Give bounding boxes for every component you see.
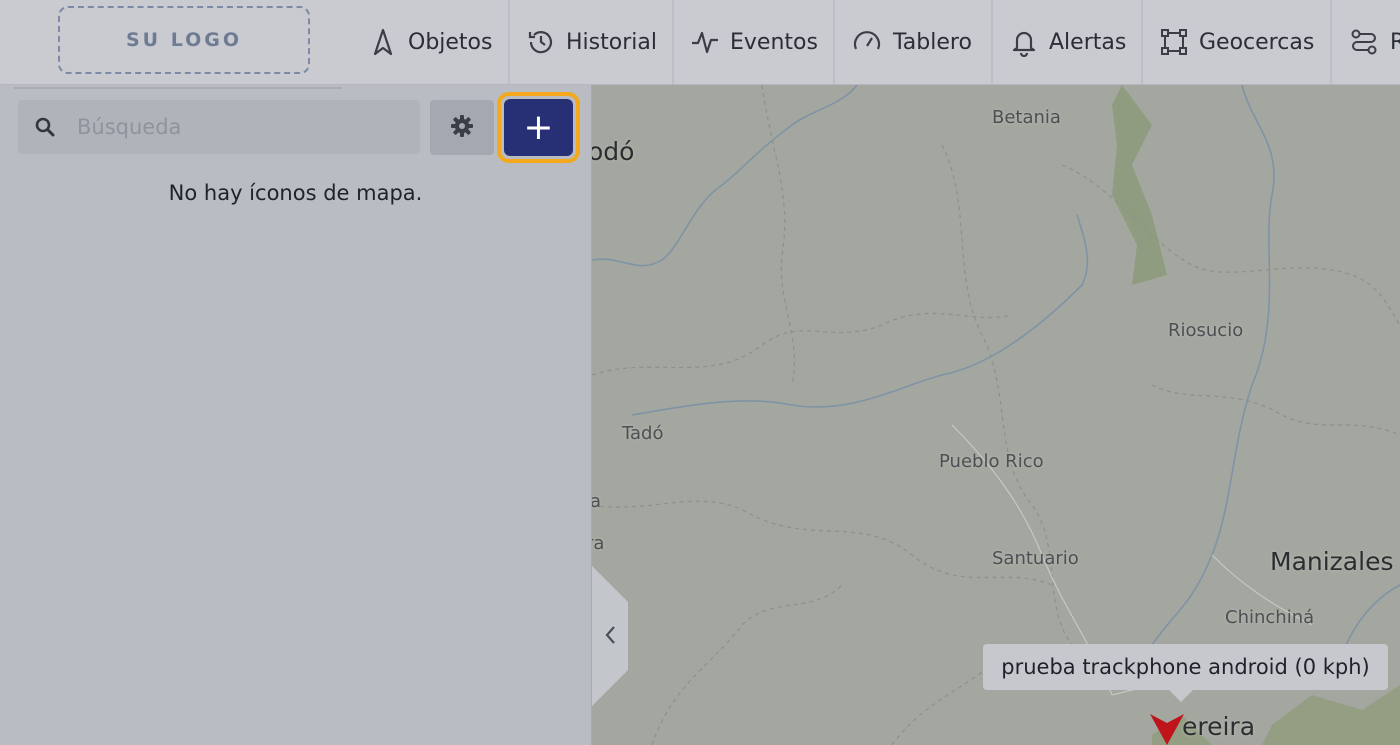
vehicle-marker-icon[interactable]	[1150, 714, 1184, 745]
map-label: Pueblo Rico	[939, 451, 1044, 472]
map-label: ra	[592, 533, 605, 554]
nav-tablero[interactable]: Tablero	[835, 0, 993, 84]
bell-icon	[1009, 26, 1039, 58]
gauge-icon	[851, 26, 883, 58]
map-label: Riosucio	[1168, 320, 1244, 341]
nav-geocercas[interactable]: Geocercas	[1143, 0, 1332, 84]
map-label: Betania	[992, 107, 1061, 128]
nav-historial-label: Historial	[566, 29, 657, 55]
navigation-arrow-icon	[368, 26, 398, 58]
pulse-icon	[690, 26, 720, 58]
divider	[14, 87, 342, 89]
plus-icon: +	[504, 99, 573, 156]
map-label: Santuario	[992, 548, 1079, 569]
nav-rutas[interactable]: R	[1332, 0, 1400, 84]
map-label: Chinchiná	[1225, 607, 1315, 628]
main-nav: Objetos Historial Eventos Tablero Alerta…	[352, 0, 1400, 84]
nav-objetos-label: Objetos	[408, 29, 493, 55]
map-label: Manizales	[1270, 547, 1394, 576]
history-icon	[526, 26, 556, 58]
geofence-icon	[1159, 26, 1189, 58]
nav-rutas-label: R	[1390, 30, 1400, 55]
map-label: Tadó	[622, 423, 664, 444]
map-label: a	[592, 491, 602, 512]
route-icon	[1348, 26, 1380, 58]
collapse-sidebar-tab[interactable]	[592, 566, 628, 706]
nav-eventos-label: Eventos	[730, 29, 818, 55]
empty-state-message: No hay íconos de mapa.	[168, 181, 423, 205]
search-icon	[35, 117, 55, 137]
settings-button[interactable]	[430, 100, 494, 155]
nav-tablero-label: Tablero	[893, 29, 972, 55]
search-box[interactable]	[18, 100, 420, 154]
add-map-icon-button[interactable]: +	[497, 92, 580, 163]
logo-placeholder[interactable]: SU LOGO	[58, 6, 310, 74]
map-label: ereira	[1182, 712, 1256, 741]
map-label: odó	[592, 137, 635, 166]
gear-icon	[450, 114, 474, 142]
nav-historial[interactable]: Historial	[510, 0, 674, 84]
nav-eventos[interactable]: Eventos	[674, 0, 835, 84]
nav-alertas[interactable]: Alertas	[993, 0, 1143, 84]
object-tooltip: prueba trackphone android (0 kph)	[983, 644, 1388, 702]
search-input[interactable]	[75, 114, 399, 140]
nav-alertas-label: Alertas	[1049, 29, 1127, 55]
nav-geocercas-label: Geocercas	[1199, 29, 1315, 55]
sidebar: No hay íconos de mapa.	[0, 85, 592, 745]
top-bar: SU LOGO Objetos Historial Eventos Tabler…	[0, 0, 1400, 85]
nav-objetos[interactable]: Objetos	[352, 0, 510, 84]
